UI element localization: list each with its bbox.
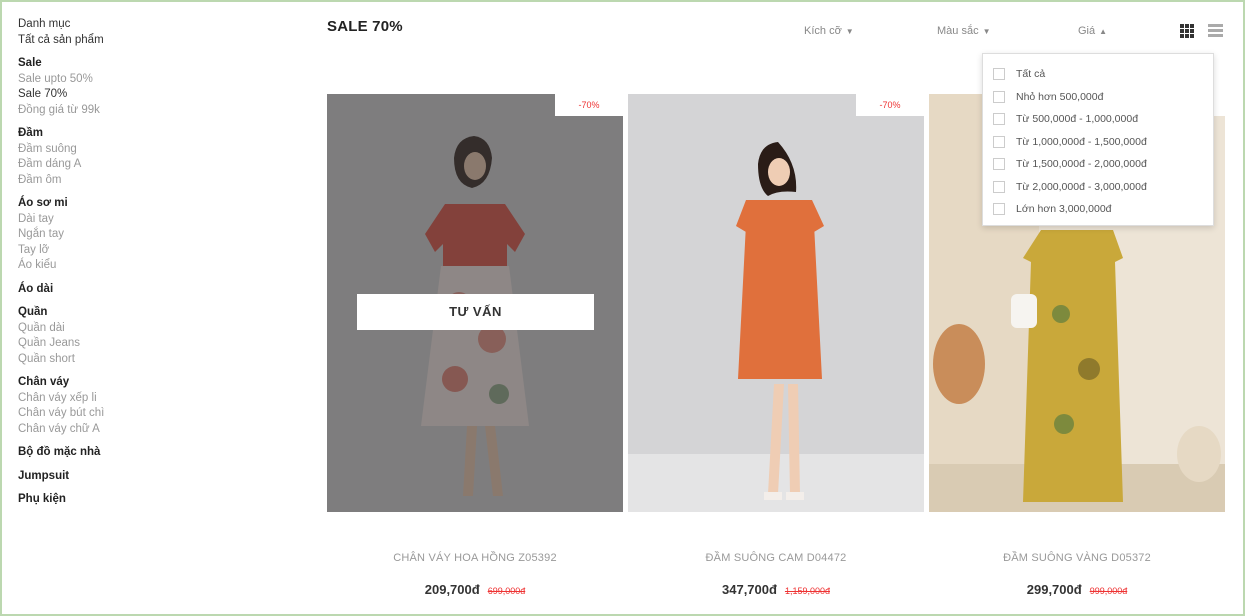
sidebar-item-quan-jeans[interactable]: Quần Jeans — [18, 336, 178, 352]
sidebar-item-chan-vay-chu-a[interactable]: Chân váy chữ A — [18, 422, 178, 438]
sale-price: 347,700đ — [722, 582, 777, 597]
product-card[interactable]: -70% ĐẦM SUÔNG CAM D04472 347,700đ 1,159,… — [628, 94, 924, 597]
sale-price: 299,700đ — [1026, 582, 1082, 597]
price-filter-dropdown: Tất cả Nhỏ hơn 500,000đ Từ 500,000đ - 1,… — [982, 53, 1214, 226]
sidebar-group-jumpsuit[interactable]: Jumpsuit — [18, 469, 178, 485]
product-price: 299,700đ 999,000đ — [929, 582, 1225, 597]
sidebar-item-dam-dang-a[interactable]: Đầm dáng A — [18, 157, 178, 173]
checkbox[interactable] — [993, 158, 1005, 171]
checkbox[interactable] — [993, 68, 1005, 81]
price-option-1-5m-2m[interactable]: Từ 1,500,000đ - 2,000,000đ — [993, 153, 1213, 176]
sidebar-item-all-products[interactable]: Tất cả sản phẩm — [18, 33, 178, 49]
discount-badge: -70% — [856, 94, 924, 116]
product-image[interactable]: -70% — [628, 94, 924, 512]
page-title: SALE 70% — [327, 18, 403, 35]
checkbox[interactable] — [993, 90, 1005, 103]
product-name[interactable]: ĐẦM SUÔNG VÀNG D05372 — [929, 552, 1225, 564]
price-option-all[interactable]: Tất cả — [993, 63, 1213, 86]
sidebar-item-tay-lo[interactable]: Tay lỡ — [18, 243, 178, 259]
price-filter[interactable]: Giá ▲ — [1078, 25, 1107, 37]
advice-button[interactable]: TƯ VẤN — [357, 294, 594, 330]
sidebar-item-dam-om[interactable]: Đầm ôm — [18, 173, 178, 189]
checkbox[interactable] — [993, 203, 1005, 216]
option-label: Từ 2,000,000đ - 3,000,000đ — [1016, 180, 1147, 193]
sidebar-group-dam[interactable]: Đầm — [18, 126, 178, 142]
original-price: 699,000đ — [487, 586, 526, 596]
option-label: Từ 1,500,000đ - 2,000,000đ — [1016, 158, 1147, 171]
sidebar-group-ao-dai[interactable]: Áo dài — [18, 282, 178, 298]
product-price: 209,700đ 699,000đ — [327, 582, 623, 597]
checkbox[interactable] — [993, 180, 1005, 193]
sidebar-item-dam-suong[interactable]: Đầm suông — [18, 142, 178, 158]
sidebar-item-quan-short[interactable]: Quần short — [18, 352, 178, 368]
discount-badge: -70% — [555, 94, 623, 116]
caret-down-icon: ▼ — [982, 27, 991, 36]
caret-up-icon: ▲ — [1099, 27, 1108, 36]
product-name[interactable]: CHÂN VÁY HOA HỒNG Z05392 — [327, 552, 623, 564]
product-card[interactable]: -70% TƯ VẤN CHÂN VÁY HOA HỒNG Z05392 209… — [327, 94, 623, 597]
product-photo-d04472 — [628, 94, 924, 512]
sidebar-item-chan-vay-xep-li[interactable]: Chân váy xếp li — [18, 391, 178, 407]
sidebar-item-quan-dai[interactable]: Quần dài — [18, 321, 178, 337]
price-option-500k-1m[interactable]: Từ 500,000đ - 1,000,000đ — [993, 108, 1213, 131]
sidebar-item-sale-70[interactable]: Sale 70% — [18, 87, 178, 103]
size-filter[interactable]: Kích cỡ ▼ — [804, 25, 854, 37]
color-filter-label: Màu sắc — [937, 25, 979, 37]
sidebar-group-phu-kien[interactable]: Phụ kiện — [18, 492, 178, 508]
checkbox[interactable] — [993, 135, 1005, 148]
product-name[interactable]: ĐẦM SUÔNG CAM D04472 — [628, 552, 924, 564]
price-option-over-3m[interactable]: Lớn hơn 3,000,000đ — [993, 198, 1213, 221]
sidebar-title: Danh mục — [18, 18, 71, 30]
price-option-under-500k[interactable]: Nhỏ hơn 500,000đ — [993, 86, 1213, 109]
sidebar-item-sale-upto-50[interactable]: Sale upto 50% — [18, 72, 178, 88]
product-image[interactable]: -70% TƯ VẤN — [327, 94, 623, 512]
caret-down-icon: ▼ — [845, 27, 854, 36]
option-label: Lớn hơn 3,000,000đ — [1016, 203, 1112, 216]
size-filter-label: Kích cỡ — [804, 25, 842, 37]
price-filter-label: Giá — [1078, 25, 1096, 37]
sidebar-group-ao-so-mi[interactable]: Áo sơ mi — [18, 196, 178, 212]
price-option-1m-1-5m[interactable]: Từ 1,000,000đ - 1,500,000đ — [993, 131, 1213, 154]
sidebar-item-dong-gia-99k[interactable]: Đồng giá từ 99k — [18, 103, 178, 119]
sidebar-item-dai-tay[interactable]: Dài tay — [18, 212, 178, 228]
original-price: 1,159,000đ — [784, 586, 830, 596]
price-option-2m-3m[interactable]: Từ 2,000,000đ - 3,000,000đ — [993, 176, 1213, 199]
sale-price: 209,700đ — [424, 582, 480, 597]
grid-view-icon[interactable] — [1180, 24, 1195, 39]
sidebar-group-sale[interactable]: Sale — [18, 56, 178, 72]
sidebar-item-ao-kieu[interactable]: Áo kiểu — [18, 258, 178, 274]
sidebar-item-ngan-tay[interactable]: Ngắn tay — [18, 227, 178, 243]
option-label: Tất cả — [1016, 68, 1046, 81]
sidebar-group-chan-vay[interactable]: Chân váy — [18, 375, 178, 391]
sidebar-group-bo-do-mac-nha[interactable]: Bộ đồ mặc nhà — [18, 445, 178, 461]
list-view-icon[interactable] — [1208, 24, 1223, 39]
color-filter[interactable]: Màu sắc ▼ — [937, 25, 991, 37]
option-label: Từ 1,000,000đ - 1,500,000đ — [1016, 135, 1147, 148]
option-label: Từ 500,000đ - 1,000,000đ — [1016, 113, 1139, 126]
sidebar-item-chan-vay-but-chi[interactable]: Chân váy bút chì — [18, 406, 178, 422]
original-price: 999,000đ — [1089, 586, 1128, 596]
checkbox[interactable] — [993, 113, 1005, 126]
option-label: Nhỏ hơn 500,000đ — [1016, 90, 1104, 103]
category-sidebar: Danh mục Tất cả sản phẩm Sale Sale upto … — [18, 17, 178, 508]
sidebar-group-quan[interactable]: Quần — [18, 305, 178, 321]
product-price: 347,700đ 1,159,000đ — [628, 582, 924, 597]
